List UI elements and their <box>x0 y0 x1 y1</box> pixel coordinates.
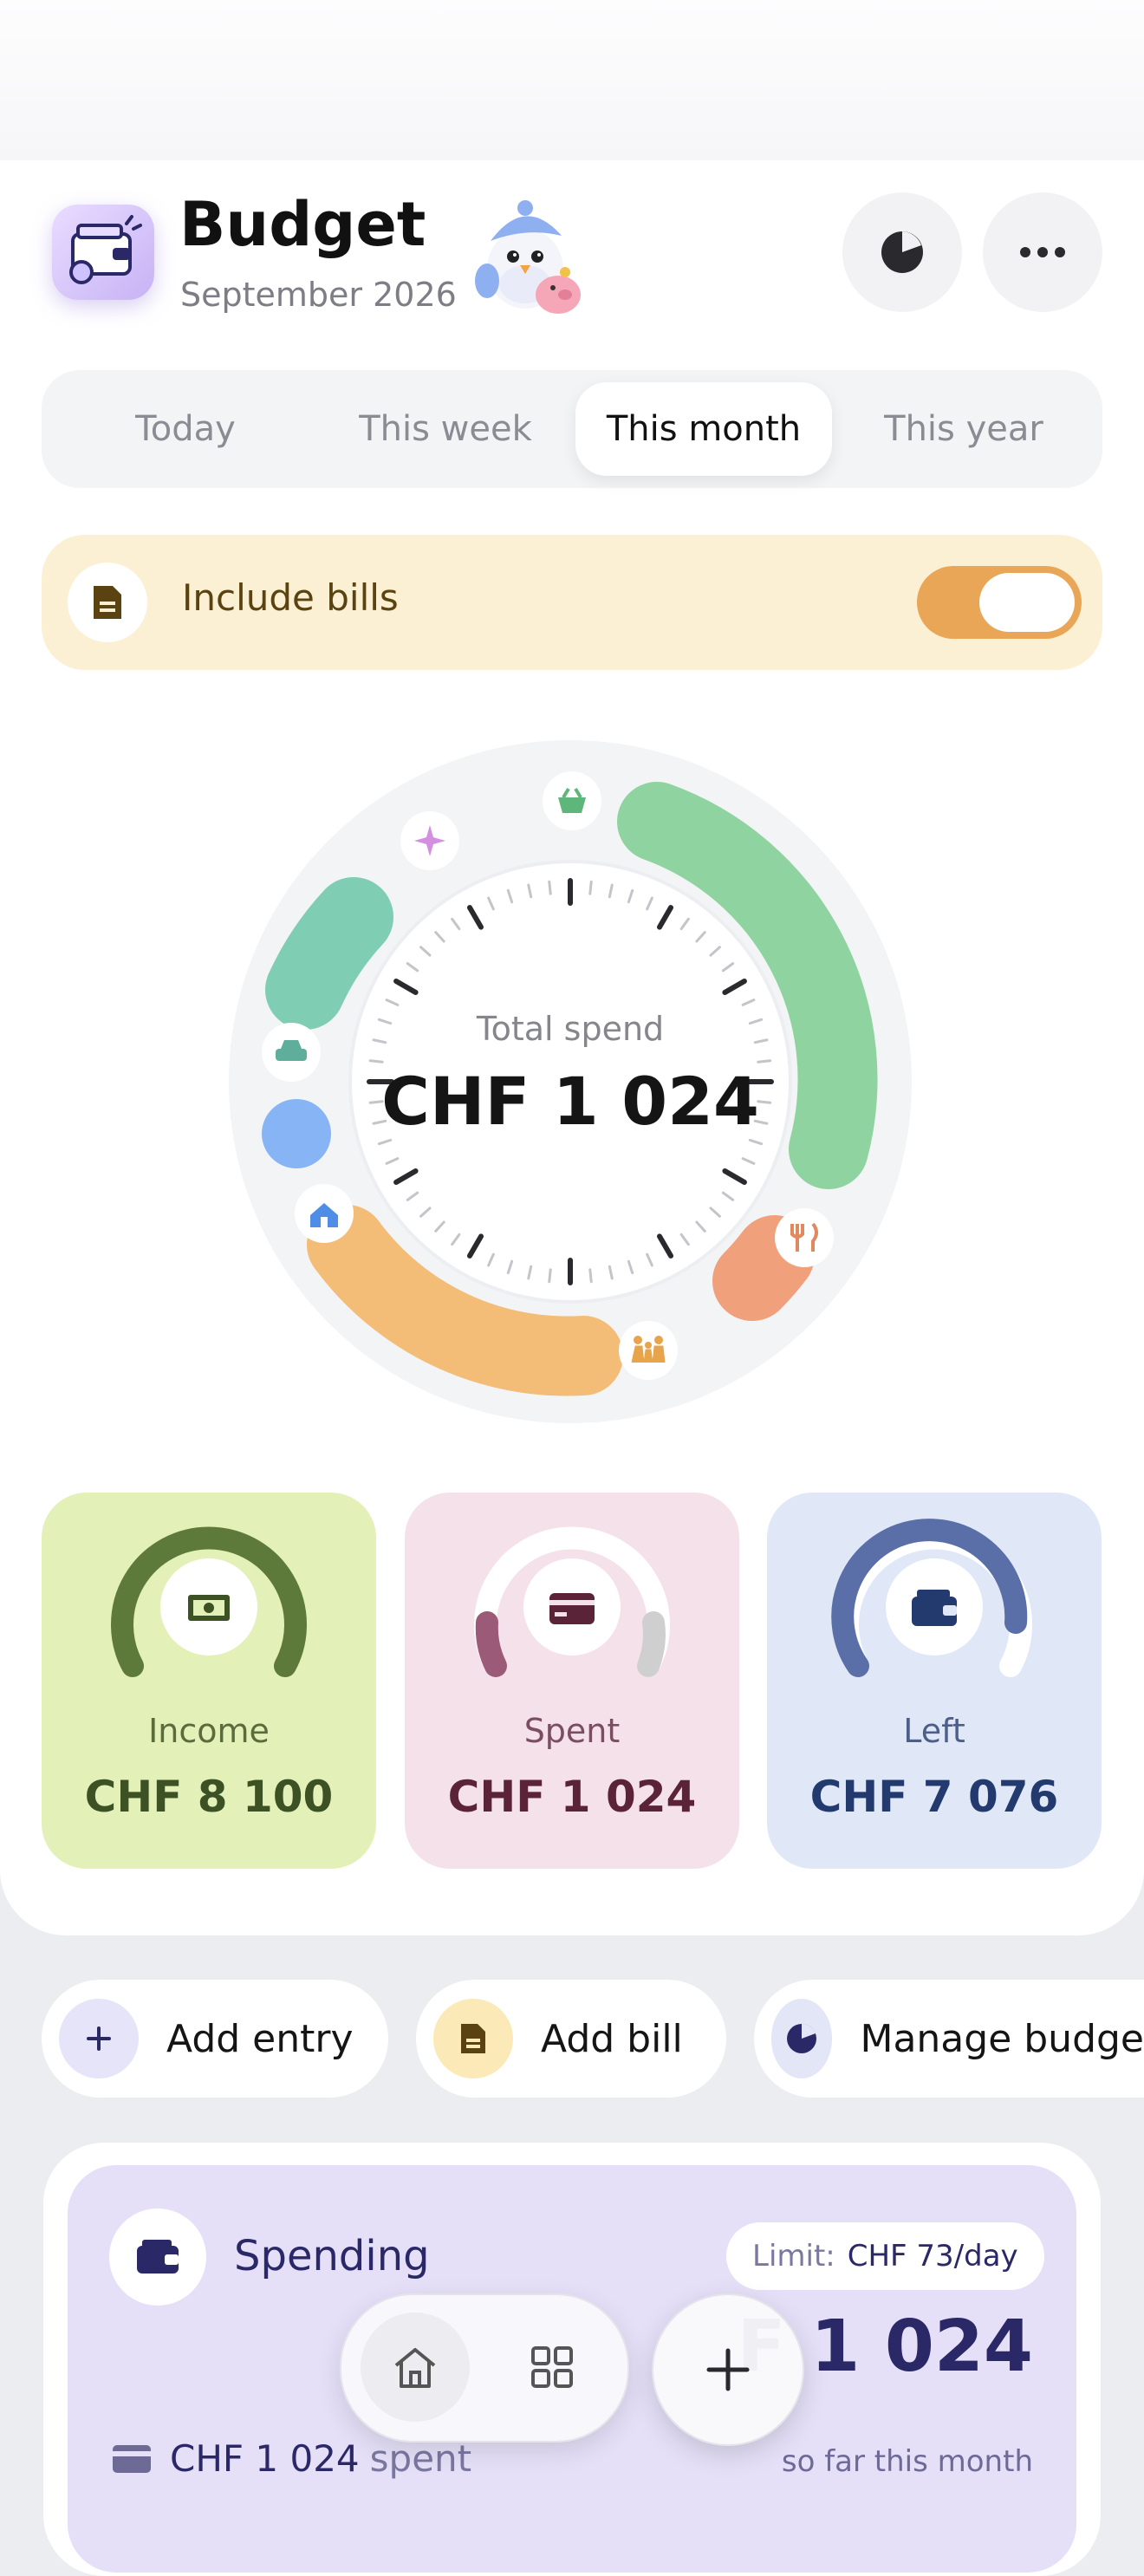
document-icon <box>433 1999 513 2078</box>
chart-button[interactable] <box>842 192 962 312</box>
left-value: CHF 7 076 <box>809 1772 1059 1822</box>
mascot-illustration <box>475 198 586 319</box>
manage-budget-button[interactable]: Manage budge <box>754 1980 1144 2098</box>
add-bill-label: Add bill <box>541 2016 683 2061</box>
left-gauge <box>831 1519 1032 1677</box>
toggle-knob <box>979 573 1075 632</box>
plus-icon <box>59 1999 139 2078</box>
manage-budget-label: Manage budge <box>860 2016 1144 2061</box>
fork-knife-icon <box>775 1208 834 1267</box>
total-spend-label: Total spend <box>476 1010 665 1048</box>
include-bills-label: Include bills <box>182 576 399 619</box>
pie-chart-icon <box>881 231 923 273</box>
nav-grid-button[interactable] <box>497 2313 607 2422</box>
spent-summary-value: CHF 1 024 <box>170 2437 360 2480</box>
category-arc-transport <box>265 877 393 1030</box>
category-dot-home <box>262 1099 331 1168</box>
left-label: Left <box>903 1712 965 1750</box>
add-entry-label: Add entry <box>166 2016 354 2061</box>
daily-limit-badge[interactable]: Limit: CHF 73/day <box>726 2222 1044 2290</box>
credit-card-icon <box>113 2444 151 2473</box>
family-icon <box>619 1321 678 1380</box>
sparkle-icon <box>400 811 459 870</box>
wallet-app-icon <box>52 205 154 300</box>
page-title: Budget <box>179 189 426 260</box>
dial-tick <box>368 1059 384 1064</box>
page-subtitle: September 2026 <box>180 276 457 314</box>
spent-label: Spent <box>523 1712 621 1750</box>
income-value: CHF 8 100 <box>84 1772 334 1822</box>
grid-icon <box>531 2346 573 2388</box>
document-icon <box>68 563 147 642</box>
car-icon <box>262 1023 321 1082</box>
plus-icon <box>706 2348 750 2391</box>
status-area <box>0 0 1144 165</box>
banknote-icon <box>188 1595 230 1621</box>
left-card[interactable]: Left CHF 7 076 <box>767 1493 1102 1869</box>
basket-icon <box>543 771 601 830</box>
nav-home-button[interactable] <box>361 2313 470 2422</box>
tab-this-week[interactable]: This week <box>317 382 574 476</box>
period-selector: Today This week This month This year <box>42 370 1102 488</box>
income-card[interactable]: Income CHF 8 100 <box>42 1493 376 1869</box>
total-spend-value: CHF 1 024 <box>381 1063 759 1140</box>
add-entry-button[interactable]: Add entry <box>42 1980 388 2098</box>
home-icon <box>394 2348 436 2388</box>
income-label: Income <box>148 1712 270 1750</box>
spending-title: Spending <box>234 2232 430 2280</box>
spending-caption: so far this month <box>781 2444 1033 2479</box>
spent-summary: CHF 1 024 spent <box>113 2437 471 2480</box>
spent-card[interactable]: Spent CHF 1 024 <box>405 1493 739 1869</box>
dial-tick <box>548 880 552 895</box>
income-gauge <box>111 1526 307 1677</box>
credit-card-icon <box>549 1593 595 1624</box>
add-bill-button[interactable]: Add bill <box>416 1980 726 2098</box>
home-icon <box>295 1184 354 1243</box>
limit-key: Limit: <box>752 2239 835 2274</box>
include-bills-row: Include bills <box>42 535 1102 670</box>
bottom-nav <box>340 2293 629 2443</box>
dial-tick <box>757 1059 772 1064</box>
add-fab-button[interactable] <box>652 2293 804 2446</box>
spent-gauge <box>474 1526 670 1677</box>
tab-today[interactable]: Today <box>57 382 314 476</box>
tab-this-year[interactable]: This year <box>835 382 1092 476</box>
more-icon <box>1020 247 1065 257</box>
dial-tick <box>548 1268 552 1284</box>
dial-tick <box>588 1268 593 1284</box>
tab-this-month[interactable]: This month <box>575 382 832 476</box>
dial-tick <box>588 880 593 895</box>
more-button[interactable] <box>983 192 1102 312</box>
category-arc-dining <box>712 1215 815 1321</box>
pie-chart-icon <box>771 1999 833 2078</box>
wallet-icon <box>109 2208 206 2306</box>
spent-summary-word: spent <box>369 2437 472 2480</box>
limit-value: CHF 73/day <box>847 2239 1018 2274</box>
spent-value: CHF 1 024 <box>447 1772 697 1822</box>
